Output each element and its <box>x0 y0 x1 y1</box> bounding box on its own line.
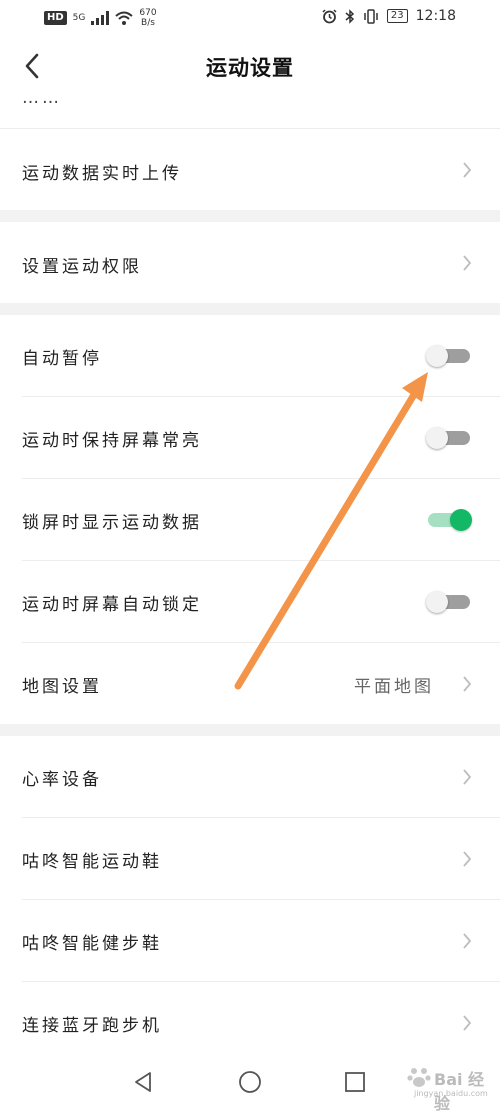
partial-list-item-label: …… <box>22 98 62 108</box>
list-item-smart-walking-shoes[interactable]: 咕咚智能健步鞋 <box>0 900 500 981</box>
list-item-label: 设置运动权限 <box>22 257 142 277</box>
vibrate-icon <box>364 8 378 24</box>
circle-home-icon <box>239 1071 261 1093</box>
chevron-right-icon <box>463 255 472 271</box>
list-item-realtime-upload[interactable]: 运动数据实时上传 <box>0 129 500 210</box>
auto-lock-toggle[interactable] <box>426 591 470 613</box>
status-left: HD 5G 670 B/s <box>44 8 157 28</box>
list-item-smart-sport-shoes[interactable]: 咕咚智能运动鞋 <box>0 818 500 899</box>
toggle-knob <box>426 345 448 367</box>
network-speed: 670 B/s <box>139 8 156 28</box>
section-gap <box>0 303 500 315</box>
signal-icon <box>91 11 110 25</box>
clock: 12:18 <box>415 8 456 24</box>
square-recents-icon <box>345 1072 365 1092</box>
list-item-label: 运动时屏幕自动锁定 <box>22 595 202 615</box>
nav-recents-button[interactable] <box>338 1065 372 1099</box>
page-title: 运动设置 <box>206 56 294 80</box>
status-right: 23 12:18 <box>322 8 456 24</box>
list-item-lockscreen-data[interactable]: 锁屏时显示运动数据 <box>0 479 500 560</box>
hd-badge: HD <box>44 11 67 25</box>
list-item-bluetooth-treadmill[interactable]: 连接蓝牙跑步机 <box>0 982 500 1053</box>
toggle-knob <box>426 591 448 613</box>
baidu-watermark: Bai 经验 jingyan.baidu.com <box>404 1062 494 1113</box>
list-item-keep-screen-on[interactable]: 运动时保持屏幕常亮 <box>0 397 500 478</box>
battery-indicator: 23 <box>386 9 408 23</box>
list-item-label: 连接蓝牙跑步机 <box>22 1016 162 1036</box>
chevron-right-icon <box>463 851 472 867</box>
list-item-label: 咕咚智能健步鞋 <box>22 934 162 954</box>
chevron-right-icon <box>463 676 472 692</box>
speed-value: 670 <box>139 8 157 18</box>
alarm-icon <box>322 8 337 23</box>
lockscreen-data-toggle[interactable] <box>428 509 472 531</box>
list-item-label: 咕咚智能运动鞋 <box>22 852 162 872</box>
list-item-map-settings[interactable]: 地图设置 平面地图 <box>0 643 500 724</box>
chevron-right-icon <box>463 769 472 785</box>
chevron-right-icon <box>463 1015 472 1031</box>
nav-back-button[interactable] <box>126 1065 160 1099</box>
section-gap <box>0 210 500 222</box>
nav-header: 运动设置 <box>0 34 500 98</box>
nav-home-button[interactable] <box>233 1065 267 1099</box>
list-item-label: 运动时保持屏幕常亮 <box>22 431 202 451</box>
list-item-label: 运动数据实时上传 <box>22 164 182 184</box>
watermark-url: jingyan.baidu.com <box>414 1089 488 1098</box>
network-type: 5G <box>72 12 86 23</box>
speed-unit: B/s <box>141 18 155 28</box>
list-item-label: 自动暂停 <box>22 349 102 369</box>
partial-list-item[interactable]: …… <box>0 98 500 130</box>
list-item-label: 锁屏时显示运动数据 <box>22 513 202 533</box>
auto-pause-toggle[interactable] <box>426 345 470 367</box>
list-item-auto-pause[interactable]: 自动暂停 <box>0 315 500 396</box>
status-bar: HD 5G 670 B/s 23 12:18 <box>0 0 500 34</box>
wifi-icon <box>115 11 134 25</box>
list-item-sport-permission[interactable]: 设置运动权限 <box>0 222 500 303</box>
bluetooth-icon <box>345 8 355 24</box>
chevron-right-icon <box>463 933 472 949</box>
toggle-knob <box>450 509 472 531</box>
list-item-label: 地图设置 <box>22 677 102 697</box>
list-item-auto-lock[interactable]: 运动时屏幕自动锁定 <box>0 561 500 642</box>
toggle-knob <box>426 427 448 449</box>
keep-screen-on-toggle[interactable] <box>426 427 470 449</box>
chevron-right-icon <box>463 162 472 178</box>
triangle-back-icon <box>135 1072 151 1092</box>
list-item-heart-rate-device[interactable]: 心率设备 <box>0 736 500 817</box>
section-gap <box>0 724 500 736</box>
paw-logo-icon <box>407 1068 431 1087</box>
list-item-label: 心率设备 <box>22 770 102 790</box>
map-settings-value: 平面地图 <box>354 677 434 697</box>
